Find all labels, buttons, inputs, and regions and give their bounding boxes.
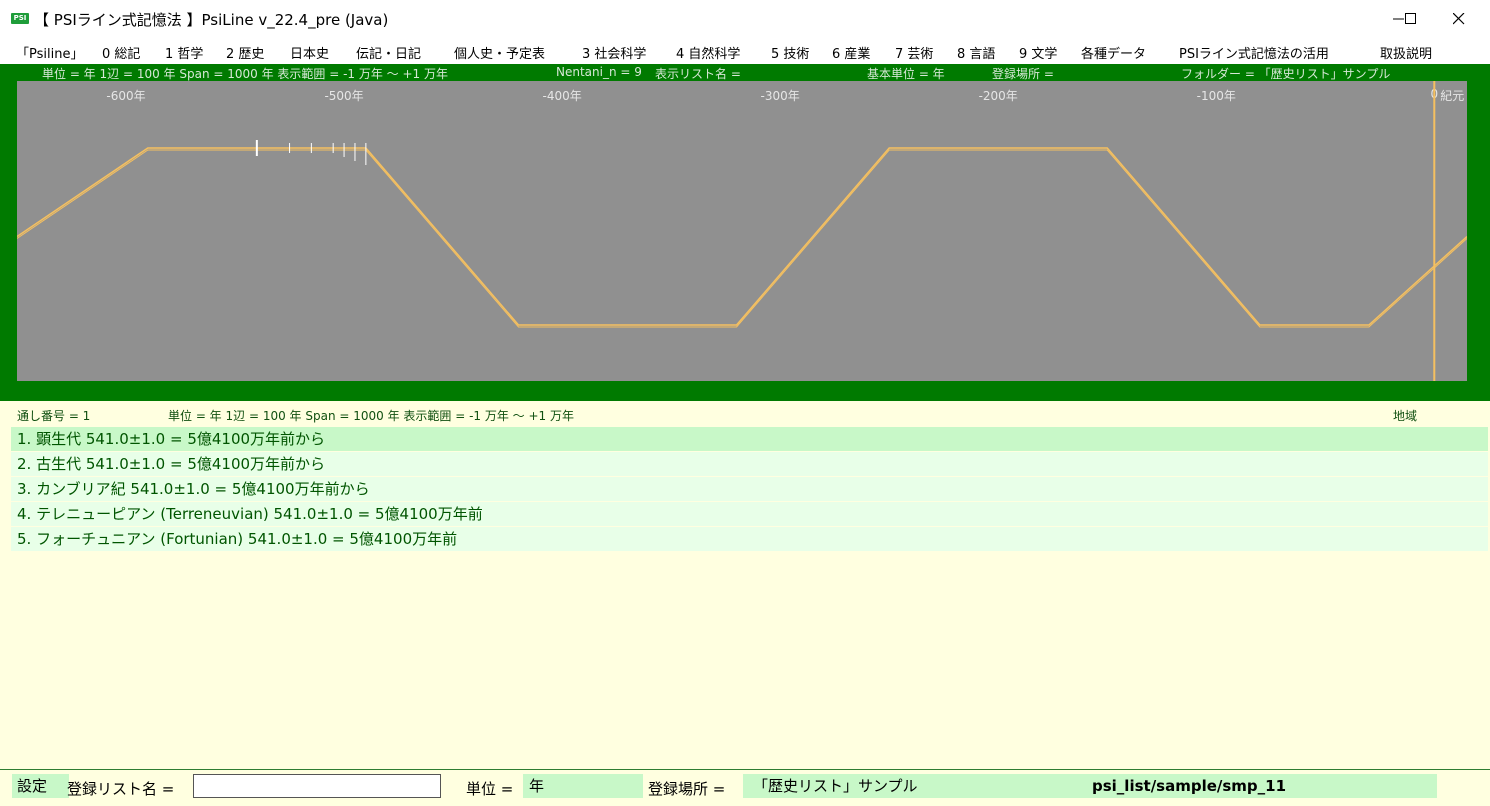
title-bar: PSI 【 PSIライン式記憶法 】PsiLine v_22.4_pre (Ja… bbox=[0, 0, 1490, 39]
list-name-input[interactable] bbox=[193, 774, 441, 798]
location-label: 登録場所 = bbox=[648, 780, 726, 798]
app-icon: PSI bbox=[11, 13, 29, 24]
menu-natural-science[interactable]: 4 自然科学 bbox=[676, 43, 740, 62]
list-item-text: 1. 顕生代 541.0±1.0 = 5億4100万年前から bbox=[17, 430, 326, 448]
menu-arts[interactable]: 7 芸術 bbox=[895, 43, 933, 62]
timeline-svg bbox=[17, 81, 1467, 381]
timeline-series-line bbox=[17, 147, 1467, 326]
list-item-text: 4. テレニューピアン (Terreneuvian) 541.0±1.0 = 5… bbox=[17, 505, 483, 523]
settings-button[interactable]: 設定 bbox=[12, 774, 69, 798]
menu-bar: 「Psiline」 0 総記 1 哲学 2 歴史 日本史 伝記・日記 個人史・予… bbox=[0, 38, 1490, 64]
list-item[interactable]: 2. 古生代 541.0±1.0 = 5億4100万年前から bbox=[11, 452, 1488, 476]
timeline-panel: 単位 = 年 1辺 = 100 年 Span = 1000 年 表示範囲 = -… bbox=[0, 64, 1490, 401]
timeline-chart[interactable]: -600年 -500年 -400年 -300年 -200年 -100年 0 紀元 bbox=[17, 81, 1467, 381]
list-item-text: 2. 古生代 541.0±1.0 = 5億4100万年前から bbox=[17, 455, 326, 473]
menu-language[interactable]: 8 言語 bbox=[957, 43, 995, 62]
menu-industry[interactable]: 6 産業 bbox=[832, 43, 870, 62]
menu-philosophy[interactable]: 1 哲学 bbox=[165, 43, 203, 62]
content-unit: 単位 = 年 1辺 = 100 年 Span = 1000 年 表示範囲 = -… bbox=[168, 409, 574, 423]
unit-label: 単位 = bbox=[466, 780, 514, 798]
path-value: psi_list/sample/smp_11 bbox=[1083, 774, 1437, 798]
list-name-label: 登録リスト名 = bbox=[67, 780, 175, 798]
info-base-unit: 基本単位 = 年 bbox=[867, 67, 945, 81]
menu-psiline[interactable]: 「Psiline」 bbox=[16, 43, 83, 62]
menu-general[interactable]: 0 総記 bbox=[102, 43, 140, 62]
info-list-name: 表示リスト名 = bbox=[655, 67, 741, 81]
list-item[interactable]: 1. 顕生代 541.0±1.0 = 5億4100万年前から bbox=[11, 427, 1488, 451]
close-icon bbox=[1453, 13, 1465, 25]
info-nentani: Nentani_n = 9 bbox=[556, 65, 642, 79]
info-unit: 単位 = 年 1辺 = 100 年 Span = 1000 年 表示範囲 = -… bbox=[42, 67, 448, 81]
content-area: 通し番号 = 1 単位 = 年 1辺 = 100 年 Span = 1000 年… bbox=[0, 401, 1490, 769]
menu-japanese-history[interactable]: 日本史 bbox=[290, 43, 329, 62]
menu-biography[interactable]: 伝記・日記 bbox=[356, 43, 421, 62]
list-item[interactable]: 3. カンブリア紀 541.0±1.0 = 5億4100万年前から bbox=[11, 477, 1488, 501]
menu-technology[interactable]: 5 技術 bbox=[771, 43, 809, 62]
list-item-text: 3. カンブリア紀 541.0±1.0 = 5億4100万年前から bbox=[17, 480, 370, 498]
menu-manual[interactable]: 取扱説明 bbox=[1380, 43, 1432, 62]
window-title: 【 PSIライン式記憶法 】PsiLine v_22.4_pre (Java) bbox=[34, 11, 389, 29]
list-item[interactable]: 5. フォーチュニアン (Fortunian) 541.0±1.0 = 5億41… bbox=[11, 527, 1488, 551]
bottom-bar: 設定 登録リスト名 = 単位 = 年 登録場所 = 「歴史リスト」サンプル ps… bbox=[0, 769, 1490, 806]
info-location: 登録場所 = bbox=[992, 67, 1054, 81]
menu-literature[interactable]: 9 文学 bbox=[1019, 43, 1057, 62]
close-button[interactable] bbox=[1436, 0, 1482, 38]
list-item[interactable]: 4. テレニューピアン (Terreneuvian) 541.0±1.0 = 5… bbox=[11, 502, 1488, 526]
maximize-button[interactable] bbox=[1388, 0, 1434, 38]
unit-value[interactable]: 年 bbox=[523, 774, 643, 798]
menu-history[interactable]: 2 歴史 bbox=[226, 43, 264, 62]
info-folder: フォルダー = 「歴史リスト」サンプル bbox=[1181, 67, 1391, 81]
menu-usage[interactable]: PSIライン式記憶法の活用 bbox=[1179, 43, 1329, 62]
region-label: 地域 bbox=[1393, 409, 1418, 423]
timeline-series-line bbox=[17, 149, 1467, 328]
serial-number: 通し番号 = 1 bbox=[17, 409, 91, 423]
menu-data[interactable]: 各種データ bbox=[1081, 43, 1146, 62]
location-value[interactable]: 「歴史リスト」サンプル bbox=[743, 774, 1083, 798]
menu-personal-history[interactable]: 個人史・予定表 bbox=[454, 43, 545, 62]
menu-social-science[interactable]: 3 社会科学 bbox=[582, 43, 646, 62]
maximize-icon bbox=[1405, 13, 1416, 24]
list-item-text: 5. フォーチュニアン (Fortunian) 541.0±1.0 = 5億41… bbox=[17, 530, 458, 548]
